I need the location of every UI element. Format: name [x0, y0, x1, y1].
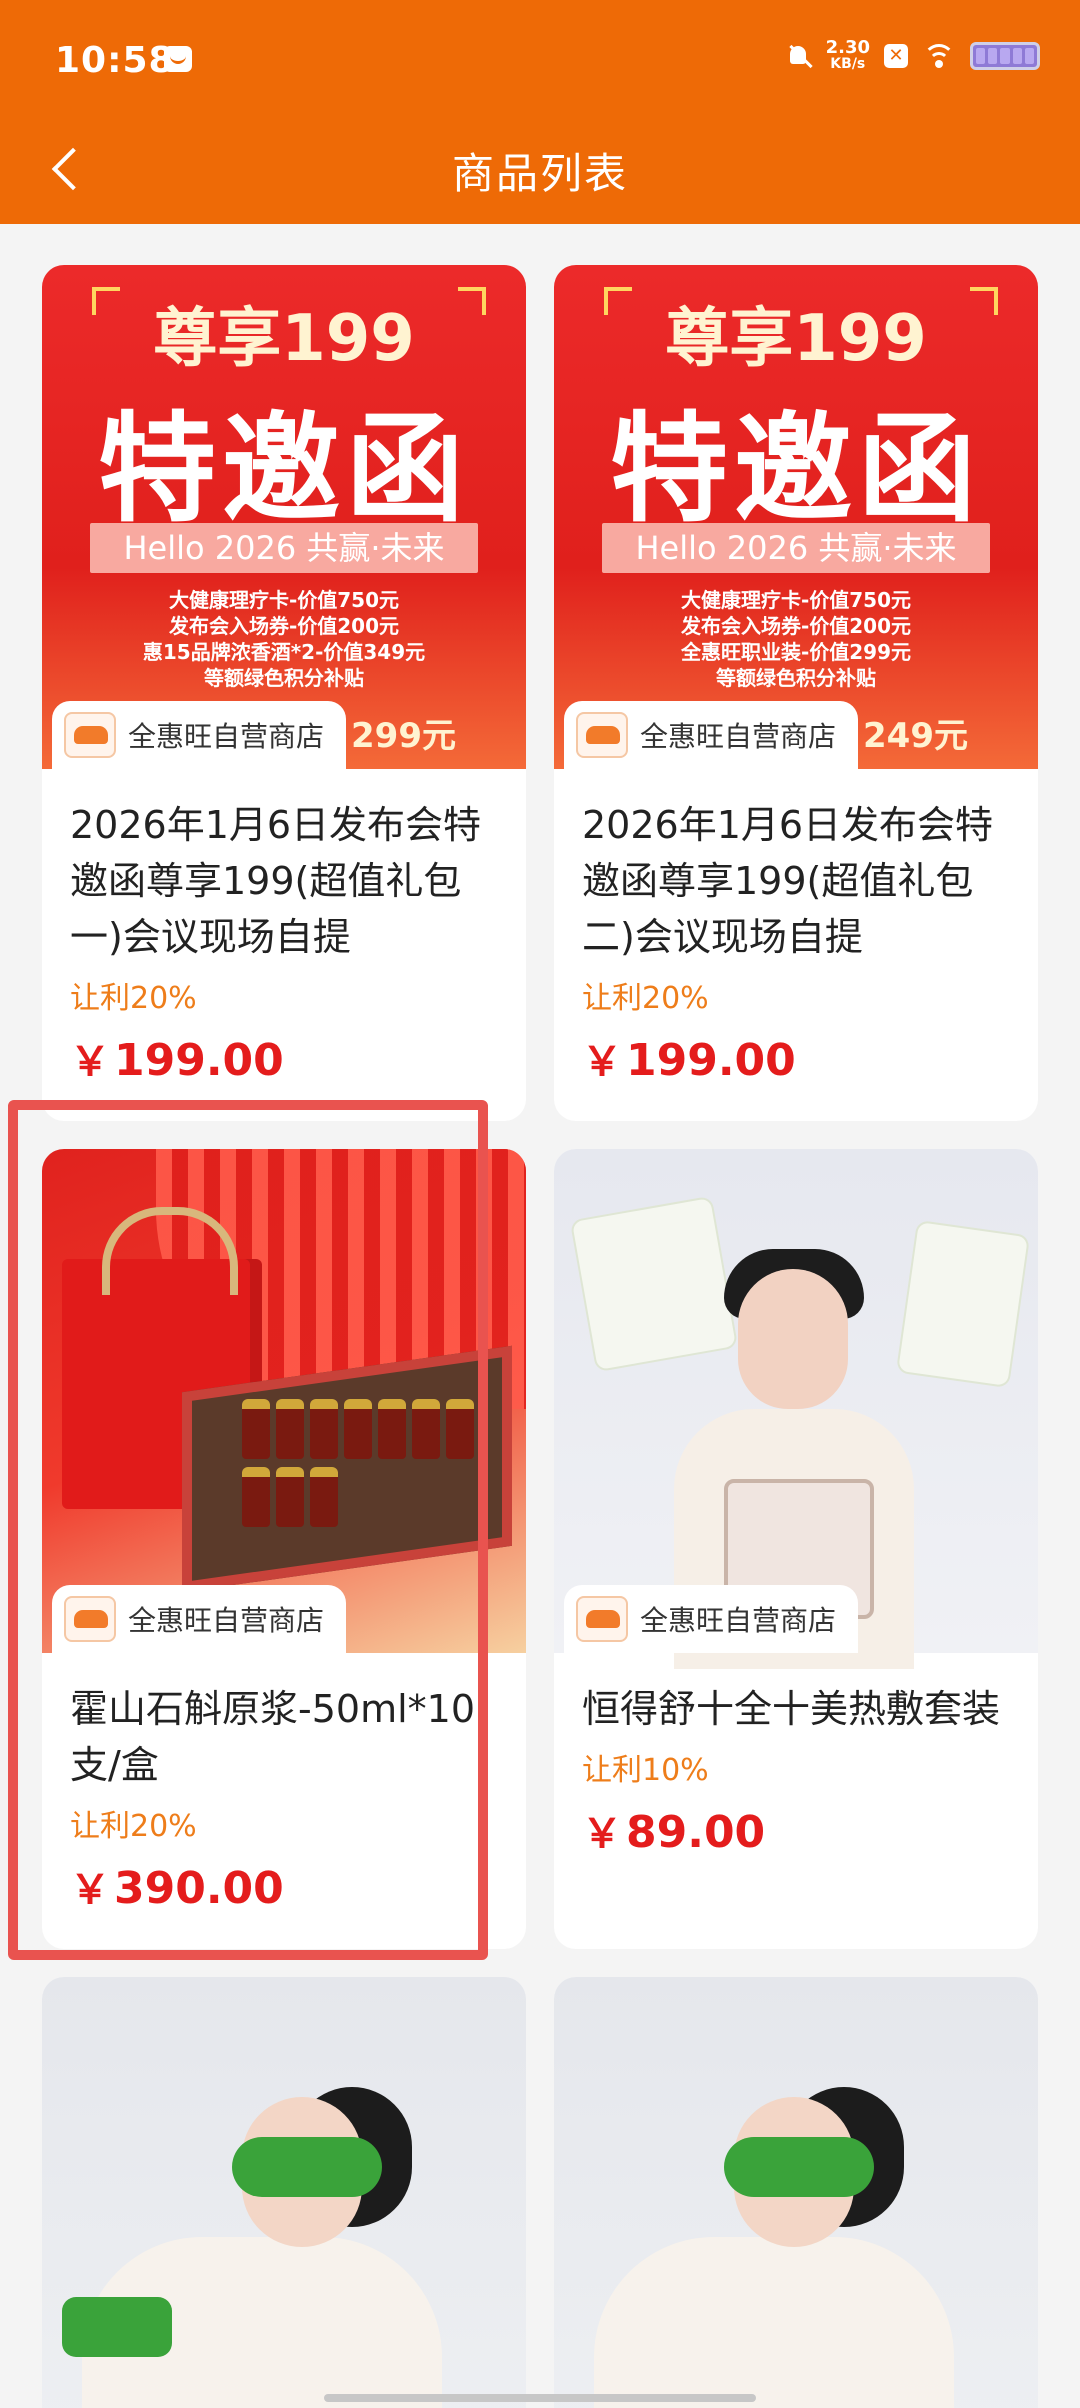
promo-detail: 发布会入场券-价值200元: [168, 614, 400, 638]
product-card-6[interactable]: [554, 1977, 1038, 2408]
product-info: 2026年1月6日发布会特邀函尊享199(超值礼包二)会议现场自提 让利20% …: [554, 769, 1038, 1121]
store-name: 全惠旺自营商店: [640, 720, 837, 753]
product-price: ￥89.00: [582, 1801, 1008, 1859]
heat-pad-image: [62, 2297, 172, 2357]
product-price: ￥199.00: [582, 1029, 1008, 1087]
promo-details: 大健康理疗卡-价值750元 发布会入场券-价值200元 惠15品牌浓香酒*2-价…: [42, 587, 526, 691]
product-pack-image: [572, 1197, 736, 1371]
promo-bottom: 299元: [351, 716, 456, 756]
promo-detail: 发布会入场券-价值200元: [680, 614, 912, 638]
store-tag: 全惠旺自营商店: [52, 701, 347, 769]
store-name: 全惠旺自营商店: [128, 720, 325, 753]
promo-details: 大健康理疗卡-价值750元 发布会入场券-价值200元 全惠旺职业装-价值299…: [554, 587, 1038, 691]
eye-mask-image: [724, 2137, 874, 2197]
store-tag: 全惠旺自营商店: [564, 701, 859, 769]
product-image-1: 尊享199 特邀函 Hello 2026 共赢·未来 大健康理疗卡-价值750元…: [42, 265, 526, 769]
home-indicator[interactable]: [324, 2394, 756, 2402]
store-logo-icon: [64, 1596, 116, 1642]
status-bar: 10:58 2.30 KB/s ✕: [0, 0, 1080, 120]
status-time: 10:58: [55, 40, 175, 81]
product-discount: 让利20%: [582, 981, 709, 1016]
product-name: 恒得舒十全十美热敷套装: [582, 1687, 1001, 1731]
network-speed: 2.30 KB/s: [825, 37, 870, 73]
promo-line-2: 特邀函: [97, 400, 470, 538]
wifi-icon: [922, 42, 956, 70]
store-logo-icon: [64, 712, 116, 758]
currency-symbol: ￥: [582, 1811, 622, 1857]
product-image-4: 全惠旺自营商店: [554, 1149, 1038, 1669]
message-notification-icon: [164, 46, 192, 72]
product-price: ￥390.00: [70, 1857, 496, 1915]
product-image-6: [554, 1977, 1038, 2408]
product-grid: 尊享199 特邀函 Hello 2026 共赢·未来 大健康理疗卡-价值750元…: [42, 265, 1038, 2408]
price-value: 199.00: [626, 1035, 796, 1086]
product-name: 霍山石斛原浆-50ml*10支/盒: [70, 1687, 475, 1787]
silent-bell-icon: [784, 42, 812, 70]
page-title: 商品列表: [451, 149, 628, 198]
product-card-3[interactable]: 全惠旺自营商店 霍山石斛原浆-50ml*10支/盒 让利20% ￥390.00: [42, 1149, 526, 1949]
promo-detail: 全惠旺职业装-价值299元: [680, 640, 912, 664]
model-body: [594, 2237, 954, 2408]
promo-detail: 等额绿色积分补贴: [204, 666, 364, 690]
store-name: 全惠旺自营商店: [640, 1604, 837, 1637]
product-card-2[interactable]: 尊享199 特邀函 Hello 2026 共赢·未来 大健康理疗卡-价值750元…: [554, 265, 1038, 1121]
price-value: 199.00: [114, 1035, 284, 1086]
price-value: 89.00: [626, 1807, 766, 1858]
eye-mask-image: [232, 2137, 382, 2197]
promo-bar: Hello 2026 共赢·未来: [602, 523, 990, 573]
store-logo-icon: [576, 1596, 628, 1642]
product-name: 2026年1月6日发布会特邀函尊享199(超值礼包二)会议现场自提: [582, 803, 994, 959]
price-value: 390.00: [114, 1863, 284, 1914]
promo-line-1: 尊享199: [153, 302, 415, 376]
store-logo-icon: [576, 712, 628, 758]
net-speed-unit: KB/s: [830, 56, 866, 72]
promo-detail: 惠15品牌浓香酒*2-价值349元: [142, 640, 426, 664]
promo-line-1: 尊享199: [665, 302, 927, 376]
product-image-3: 全惠旺自营商店: [42, 1149, 526, 1653]
top-bar: 10:58 2.30 KB/s ✕ 商品列表: [0, 0, 1080, 224]
nav-bar: 商品列表: [0, 120, 1080, 224]
promo-detail: 等额绿色积分补贴: [716, 666, 876, 690]
promo-detail: 大健康理疗卡-价值750元: [680, 588, 912, 612]
product-discount: 让利20%: [70, 1809, 197, 1844]
promo-line-2: 特邀函: [609, 400, 982, 538]
promo-bottom: 249元: [863, 716, 968, 756]
currency-symbol: ￥: [70, 1039, 110, 1085]
product-card-4[interactable]: 全惠旺自营商店 恒得舒十全十美热敷套装 让利10% ￥89.00: [554, 1149, 1038, 1949]
x-app-icon: ✕: [884, 44, 908, 68]
product-info: 恒得舒十全十美热敷套装 让利10% ￥89.00: [554, 1653, 1038, 1893]
product-card-5[interactable]: [42, 1977, 526, 2408]
promo-detail: 大健康理疗卡-价值750元: [168, 588, 400, 612]
net-speed-value: 2.30: [825, 37, 870, 58]
product-image-2: 尊享199 特邀函 Hello 2026 共赢·未来 大健康理疗卡-价值750元…: [554, 265, 1038, 769]
product-price: ￥199.00: [70, 1029, 496, 1087]
bottles-image: [242, 1399, 482, 1529]
status-icons: 2.30 KB/s ✕: [784, 37, 1040, 73]
store-tag: 全惠旺自营商店: [564, 1585, 859, 1653]
model-head: [738, 1269, 848, 1409]
currency-symbol: ￥: [70, 1867, 110, 1913]
product-card-1[interactable]: 尊享199 特邀函 Hello 2026 共赢·未来 大健康理疗卡-价值750元…: [42, 265, 526, 1121]
product-discount: 让利20%: [70, 981, 197, 1016]
product-pack-image: [898, 1222, 1028, 1386]
product-image-5: [42, 1977, 526, 2408]
battery-icon: [970, 42, 1040, 70]
product-info: 霍山石斛原浆-50ml*10支/盒 让利20% ￥390.00: [42, 1653, 526, 1949]
store-name: 全惠旺自营商店: [128, 1604, 325, 1637]
product-name: 2026年1月6日发布会特邀函尊享199(超值礼包一)会议现场自提: [70, 803, 482, 959]
product-info: 2026年1月6日发布会特邀函尊享199(超值礼包一)会议现场自提 让利20% …: [42, 769, 526, 1121]
promo-bar: Hello 2026 共赢·未来: [90, 523, 478, 573]
store-tag: 全惠旺自营商店: [52, 1585, 347, 1653]
currency-symbol: ￥: [582, 1039, 622, 1085]
product-discount: 让利10%: [582, 1753, 709, 1788]
